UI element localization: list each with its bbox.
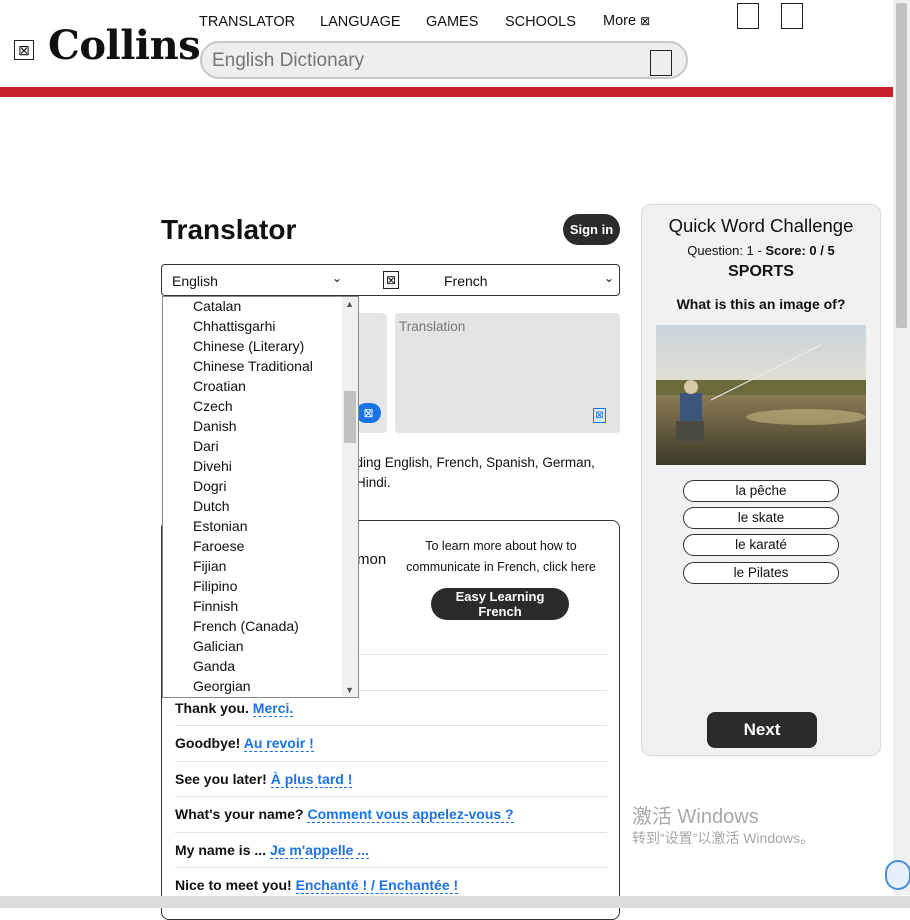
quiz-category: SPORTS <box>728 263 794 280</box>
quiz-option[interactable]: la pêche <box>683 480 839 502</box>
phrase-english: My name is ... <box>175 842 267 858</box>
sign-in-button[interactable]: Sign in <box>563 214 620 245</box>
swap-languages-icon[interactable]: ⊠ <box>383 271 399 289</box>
chevron-down-icon[interactable]: ⌄ <box>332 271 342 285</box>
quiz-score: Score: 0 / 5 <box>765 243 835 258</box>
learn-more-text[interactable]: To learn more about how to communicate i… <box>402 536 600 578</box>
language-option[interactable]: Chhattisgarhi <box>163 316 343 336</box>
language-option[interactable]: French (Canada) <box>163 616 343 636</box>
page-title: Translator <box>161 214 297 245</box>
search-input[interactable] <box>210 49 634 73</box>
question-number: Question: 1 <box>687 243 754 258</box>
source-language-select[interactable]: English <box>172 273 218 289</box>
taskbar <box>0 896 910 908</box>
phrase-french-link[interactable]: Comment vous appelez-vous ? <box>307 806 514 823</box>
translation-placeholder: Translation <box>399 319 466 334</box>
site-header: ⊠ Collins TRANSLATOR LANGUAGE GAMES SCHO… <box>0 0 893 88</box>
language-option[interactable]: Divehi <box>163 456 343 476</box>
language-option[interactable]: Czech <box>163 396 343 416</box>
dropdown-scrollbar[interactable]: ▲ ▼ <box>342 297 358 697</box>
search-bar <box>200 41 688 79</box>
nav-translator[interactable]: TRANSLATOR <box>199 14 295 30</box>
language-option[interactable]: Chinese Traditional <box>163 356 343 376</box>
nav-more-label: More <box>603 13 637 29</box>
nav-more[interactable]: More ⊠ <box>603 13 650 29</box>
language-option[interactable]: Fijian <box>163 556 343 576</box>
user-icon[interactable] <box>737 3 759 29</box>
description-line-2: Hindi. <box>356 475 391 490</box>
chevron-down-icon[interactable]: ⌄ <box>604 271 614 285</box>
phrase-row: See you later! À plus tard ! <box>175 761 607 797</box>
phrase-french-link[interactable]: Je m'appelle ... <box>269 842 369 859</box>
language-option[interactable]: Dogri <box>163 476 343 496</box>
language-option[interactable]: Ganda <box>163 656 343 676</box>
phrases-heading: mon <box>357 551 387 568</box>
language-selector: English ⌄ ⊠ French ⌄ <box>161 264 620 296</box>
nav-language[interactable]: LANGUAGE <box>320 14 401 30</box>
fishing-image <box>656 325 866 465</box>
phrase-french-link[interactable]: À plus tard ! <box>270 771 353 788</box>
phrase-french-link[interactable]: Enchanté ! / Enchantée ! <box>295 877 459 894</box>
language-option[interactable]: Chinese (Literary) <box>163 336 343 356</box>
phrase-row: What's your name? Comment vous appelez-v… <box>175 796 607 832</box>
phrase-english: Goodbye! <box>175 735 241 751</box>
chat-icon[interactable] <box>885 860 910 890</box>
language-option[interactable]: Catalan <box>163 297 343 316</box>
translate-icon[interactable]: ⊠ <box>356 403 381 423</box>
phrase-row: My name is ... Je m'appelle ... <box>175 832 607 868</box>
copy-icon[interactable]: ⊠ <box>593 408 606 423</box>
next-button[interactable]: Next <box>707 712 817 748</box>
page-scrollbar[interactable] <box>893 0 910 895</box>
search-icon[interactable] <box>650 50 672 76</box>
target-language-select[interactable]: French <box>444 273 488 289</box>
language-option[interactable]: Dutch <box>163 496 343 516</box>
quiz-question: What is this an image of? <box>676 296 846 312</box>
scrollbar-thumb[interactable] <box>896 3 907 328</box>
phrase-english: Nice to meet you! <box>175 877 292 893</box>
header-divider <box>0 87 893 97</box>
quiz-title: Quick Word Challenge <box>668 215 854 236</box>
language-option[interactable]: Croatian <box>163 376 343 396</box>
language-option[interactable]: Estonian <box>163 516 343 536</box>
quiz-progress: Question: 1 - Score: 0 / 5 <box>687 243 835 258</box>
quiz-option[interactable]: le skate <box>683 507 839 529</box>
quiz-option[interactable]: le karaté <box>683 534 839 556</box>
language-option-list: Catalan Chhattisgarhi Chinese (Literary)… <box>163 297 343 696</box>
quiz-option[interactable]: le Pilates <box>683 562 839 584</box>
quick-word-challenge: Quick Word Challenge Question: 1 - Score… <box>641 204 881 756</box>
nav-games[interactable]: GAMES <box>426 14 478 30</box>
chevron-down-icon: ⊠ <box>640 14 651 28</box>
collins-logo-icon[interactable]: ⊠ <box>14 40 34 60</box>
quiz-image <box>656 325 866 465</box>
phrase-english: Thank you. <box>175 700 249 716</box>
description-line-1: uding English, French, Spanish, German, <box>348 455 595 470</box>
scroll-up-icon[interactable]: ▲ <box>345 299 354 309</box>
scroll-down-icon[interactable]: ▼ <box>345 685 354 695</box>
settings-icon[interactable] <box>781 3 803 29</box>
language-option[interactable]: Finnish <box>163 596 343 616</box>
source-language-dropdown[interactable]: Catalan Chhattisgarhi Chinese (Literary)… <box>162 296 359 698</box>
phrase-english: See you later! <box>175 771 267 787</box>
easy-learning-button[interactable]: Easy Learning French <box>431 588 569 620</box>
windows-activation-subtitle: 转到“设置”以激活 Windows。 <box>632 830 815 846</box>
collins-logo[interactable]: Collins <box>48 22 201 69</box>
dropdown-scroll-thumb[interactable] <box>344 391 356 443</box>
phrase-french-link[interactable]: Au revoir ! <box>243 735 314 752</box>
language-option[interactable]: Faroese <box>163 536 343 556</box>
language-option[interactable]: Danish <box>163 416 343 436</box>
language-option[interactable]: Dari <box>163 436 343 456</box>
nav-schools[interactable]: SCHOOLS <box>505 14 576 30</box>
phrase-french-link[interactable]: Merci. <box>252 700 294 717</box>
language-option[interactable]: Georgian <box>163 676 343 696</box>
windows-activation-title: 激活 Windows <box>632 806 759 828</box>
phrase-row: Goodbye! Au revoir ! <box>175 725 607 761</box>
translation-output: Translation ⊠ <box>395 313 620 433</box>
language-option[interactable]: Galician <box>163 636 343 656</box>
phrase-english: What's your name? <box>175 806 304 822</box>
language-option[interactable]: Filipino <box>163 576 343 596</box>
